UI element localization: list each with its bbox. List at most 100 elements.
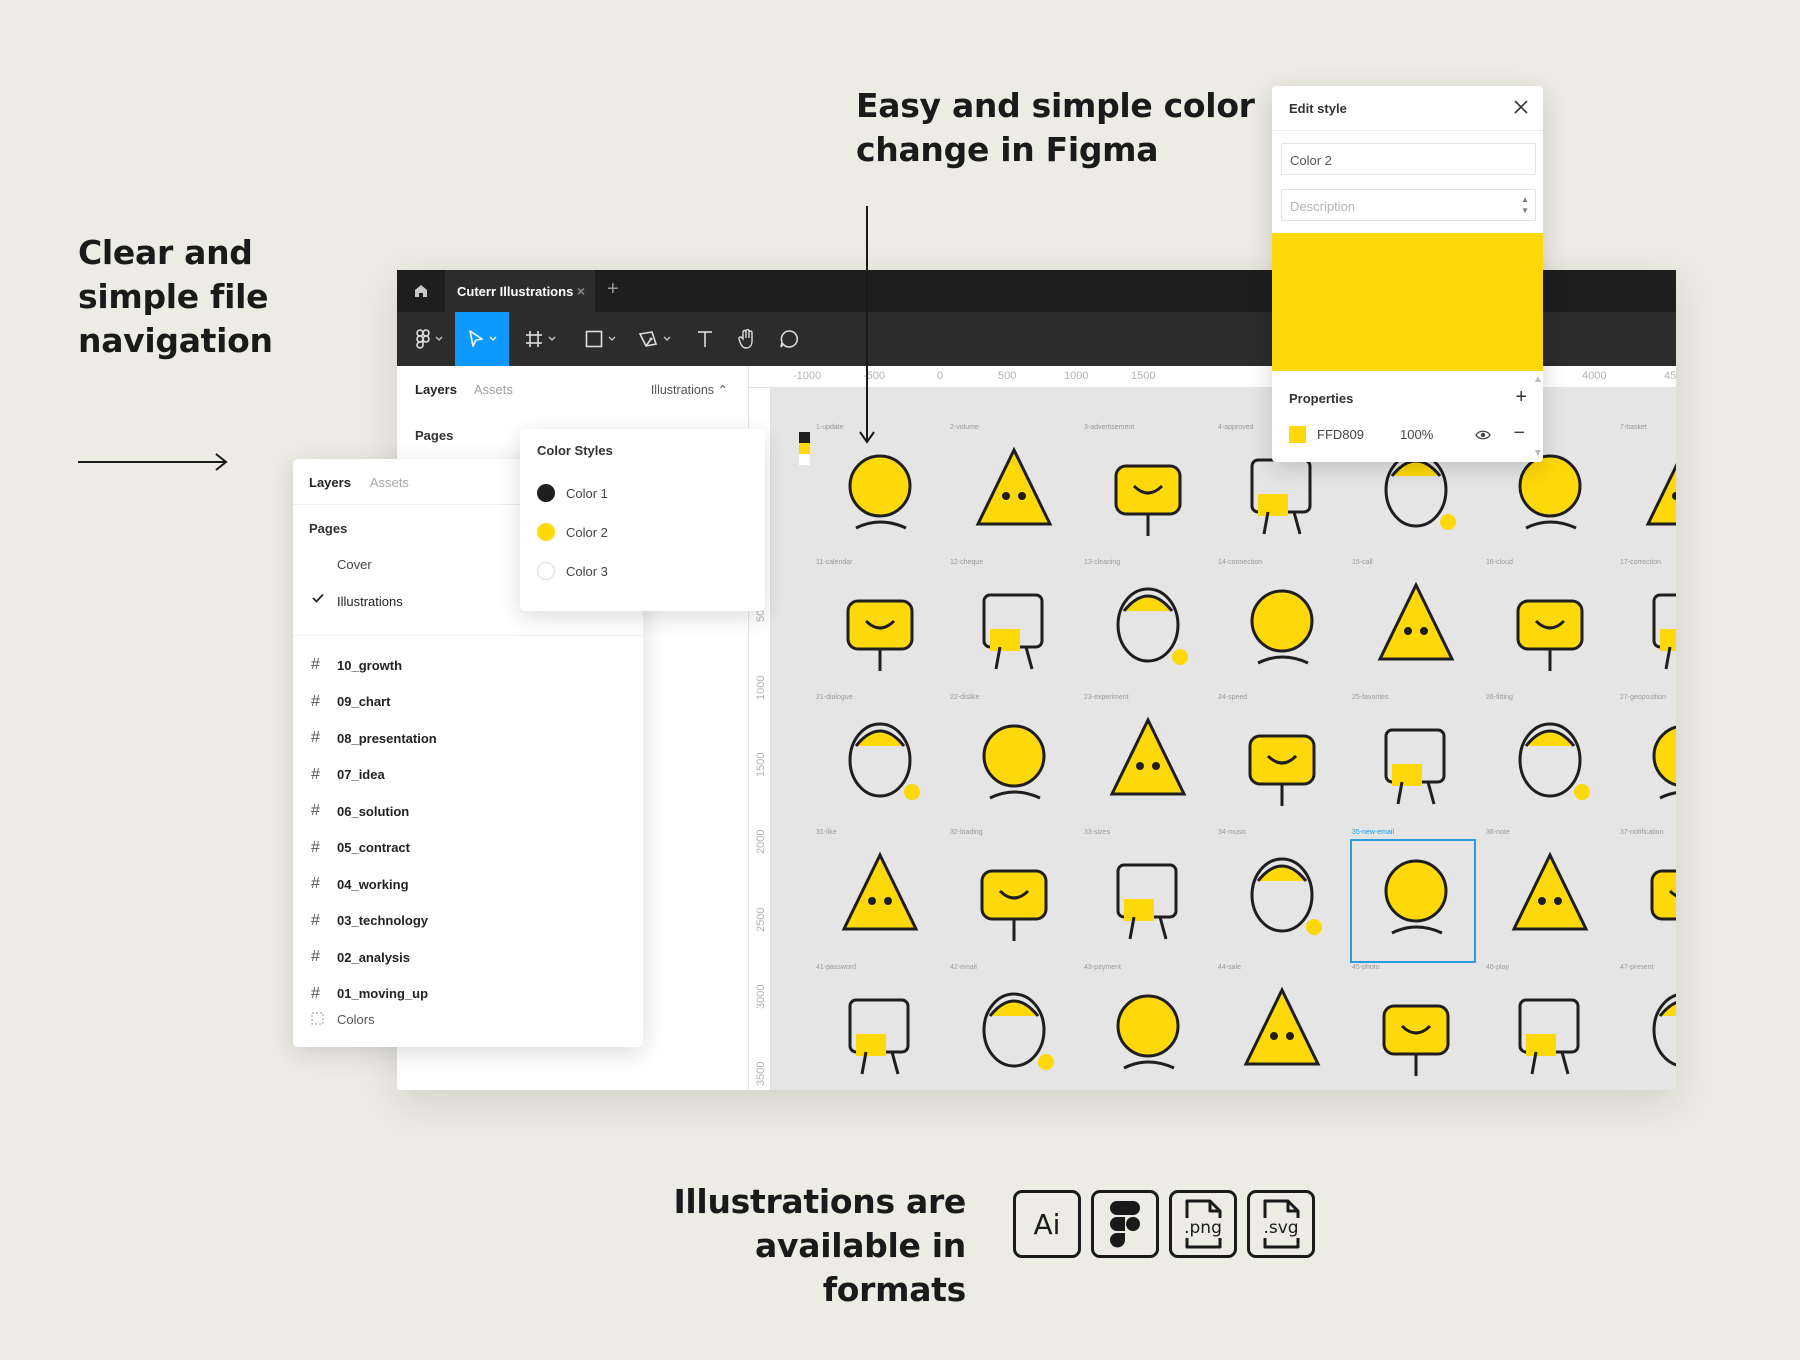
tab-layers[interactable]: Layers (415, 382, 457, 397)
page-selector[interactable]: Illustrations ⌃ (651, 382, 728, 397)
illustration-frame[interactable]: 22-dislike (950, 694, 1078, 830)
illustration-frame[interactable]: 31-like (816, 829, 944, 965)
chevron-down-icon (663, 336, 670, 341)
color-style-1[interactable]: Color 1 (537, 483, 608, 503)
layer-frame[interactable]: #01_moving_up (311, 984, 428, 1004)
color-style-2[interactable]: Color 2 (537, 522, 608, 542)
illustration-frame[interactable]: 42-email (950, 964, 1078, 1090)
remove-fill-button[interactable]: − (1513, 422, 1525, 445)
illustration-frame[interactable]: 26-fitting (1486, 694, 1614, 830)
frame-tool[interactable] (517, 312, 563, 366)
illustration-icon (1248, 734, 1316, 806)
layer-frame[interactable]: #10_growth (311, 655, 402, 675)
eye-icon[interactable] (1475, 429, 1491, 441)
tab-layers[interactable]: Layers (309, 475, 351, 490)
illustration-frame[interactable]: 32-loading (950, 829, 1078, 965)
ruler-tick: 1000 (1064, 370, 1089, 382)
illustration-frame[interactable]: 7-basket (1620, 424, 1676, 560)
illustration-frame[interactable]: 37-notification (1620, 829, 1676, 965)
document-icon: .svg (1251, 1199, 1311, 1249)
illustration-frame[interactable]: 2-volume (950, 424, 1078, 560)
illustration-frame[interactable]: 13-cleaning (1084, 559, 1212, 695)
illustration-frame[interactable]: 1-update (816, 424, 944, 560)
swatch-color-2 (799, 443, 810, 454)
illustration-frame[interactable]: 27-geoposition (1620, 694, 1676, 830)
headline-file-navigation: Clear and simple file navigation (78, 233, 273, 360)
color-picker-swatch[interactable] (1272, 233, 1543, 371)
scrollbar[interactable] (1535, 376, 1541, 456)
pen-tool[interactable] (631, 312, 677, 366)
stepper-arrows-icon[interactable]: ▲ ▼ (1521, 194, 1529, 216)
pen-nib-icon (638, 331, 657, 347)
layer-frame[interactable]: #04_working (311, 874, 409, 894)
add-property-button[interactable]: + (1515, 386, 1527, 409)
frame-hash-icon: # (311, 875, 320, 892)
tab-assets[interactable]: Assets (370, 475, 409, 490)
frame-label: 13-cleaning (1084, 559, 1121, 566)
illustration-frame[interactable]: 41-password (816, 964, 944, 1090)
illustration-frame[interactable]: 25-favorites (1352, 694, 1480, 830)
canvas[interactable]: 1-update 2-volume 3-advertisement 4-approve… (771, 388, 1676, 1090)
text-tool[interactable] (685, 312, 725, 366)
main-menu-button[interactable] (407, 312, 451, 366)
illustration-frame[interactable]: 3-advertisement (1084, 424, 1212, 560)
style-name-input[interactable]: Color 2 (1281, 143, 1536, 175)
color-style-3[interactable]: Color 3 (537, 561, 608, 581)
home-button[interactable] (397, 270, 445, 312)
illustration-frame[interactable]: 33-sizes (1084, 829, 1212, 965)
illustration-frame[interactable]: 24-speed (1218, 694, 1346, 830)
style-description-input[interactable]: Description ▲ ▼ (1281, 189, 1536, 221)
tab-assets[interactable]: Assets (474, 382, 513, 397)
format-label: .png (1173, 1218, 1233, 1238)
layer-colors[interactable]: Colors (311, 1009, 375, 1029)
illustration-frame[interactable]: 17-correction (1620, 559, 1676, 695)
comment-tool[interactable] (769, 312, 809, 366)
illustration-frame[interactable]: 44-sale (1218, 964, 1346, 1090)
page-item-illustrations[interactable]: Illustrations (337, 594, 403, 609)
tab-close-icon[interactable]: × (577, 283, 585, 299)
illustration-frame[interactable]: 45-photo (1352, 964, 1480, 1090)
layer-frame[interactable]: #03_technology (311, 911, 428, 931)
illustration-frame[interactable]: 14-connection (1218, 559, 1346, 695)
file-tab[interactable]: Cuterr Illustrations × (445, 270, 595, 312)
move-tool[interactable] (455, 312, 509, 366)
layer-frame[interactable]: #05_contract (311, 838, 410, 858)
layer-frame[interactable]: #09_chart (311, 692, 390, 712)
illustration-frame[interactable]: 11-calendar (816, 559, 944, 695)
illustration-frame[interactable]: 46-play (1486, 964, 1614, 1090)
selection-box[interactable] (1350, 839, 1476, 963)
illustration-icon (1377, 581, 1455, 661)
figma-logo-icon (415, 329, 430, 349)
layer-frame[interactable]: #02_analysis (311, 947, 410, 967)
ruler-tick: 45 (1664, 370, 1676, 382)
illustration-frame[interactable]: 36-note (1486, 829, 1614, 965)
chevron-down-icon (608, 336, 615, 341)
illustration-frame[interactable]: 47-present (1620, 964, 1676, 1090)
illustration-frame[interactable]: 34-music (1218, 829, 1346, 965)
shape-tool[interactable] (577, 312, 623, 366)
new-tab-button[interactable]: + (607, 278, 619, 301)
page-item-cover[interactable]: Cover (337, 557, 372, 572)
hand-tool[interactable] (727, 312, 767, 366)
illustration-frame[interactable]: 21-dialogue (816, 694, 944, 830)
illustration-frame[interactable]: 12-cheque (950, 559, 1078, 695)
illustration-icon (1243, 986, 1321, 1066)
illustration-frame[interactable]: 23-experiment (1084, 694, 1212, 830)
fill-opacity-value[interactable]: 100% (1400, 427, 1433, 442)
illustration-frame[interactable]: 15-call (1352, 559, 1480, 695)
close-icon[interactable] (1513, 99, 1529, 115)
fill-swatch[interactable] (1289, 426, 1306, 443)
cursor-arrow-icon (468, 330, 483, 347)
illustration-frame[interactable]: 43-payment (1084, 964, 1212, 1090)
illustration-icon (1116, 994, 1180, 1070)
layer-frame[interactable]: #07_idea (311, 765, 385, 785)
color-swatch-frame[interactable] (799, 432, 810, 465)
illustration-icon (982, 593, 1044, 670)
layer-frame[interactable]: #08_presentation (311, 728, 437, 748)
layer-frame[interactable]: #06_solution (311, 801, 409, 821)
frame-label: 27-geoposition (1620, 694, 1666, 701)
fill-hex-value[interactable]: FFD809 (1317, 427, 1364, 442)
illustration-frame[interactable]: 16-cloud (1486, 559, 1614, 695)
illustration-icon (1250, 589, 1314, 665)
frame-label: 35-new-email (1352, 829, 1395, 836)
